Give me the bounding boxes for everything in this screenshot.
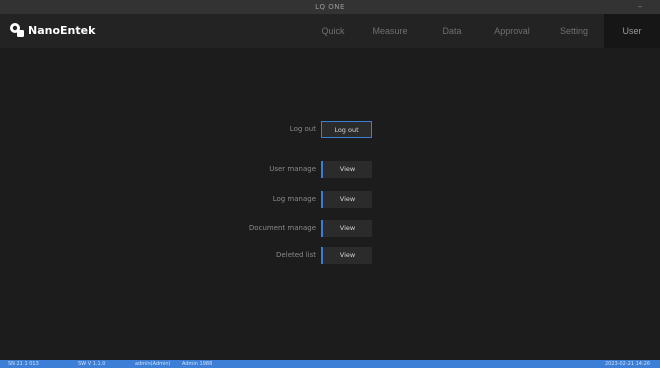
main-tabs: Quick Measure Data Approval Setting User [310, 14, 660, 48]
log-manage-view-button[interactable]: View [321, 191, 372, 208]
user-manage-label: User manage [269, 165, 316, 173]
log-manage-label: Log manage [272, 195, 316, 203]
nanoentek-logo-icon [10, 23, 24, 37]
status-datetime: 2023-02-21 14:26 [604, 361, 650, 367]
tab-user[interactable]: User [604, 14, 660, 48]
status-bar: SN 21 1 013 SW V 1.1.0 admin(Admin) Admi… [0, 360, 660, 368]
brand-name: NanoEntek [28, 23, 96, 37]
tab-quick[interactable]: Quick [310, 14, 356, 48]
tab-measure[interactable]: Measure [356, 14, 424, 48]
status-account: Admin 1988 [182, 361, 213, 367]
logout-label: Log out [289, 125, 316, 133]
top-navigation: NanoEntek Quick Measure Data Approval Se… [0, 14, 660, 48]
deleted-list-label: Deleted list [276, 251, 316, 259]
user-panel: Log out Log out User manage View Log man… [0, 48, 660, 360]
logout-button[interactable]: Log out [321, 121, 372, 138]
tab-setting[interactable]: Setting [544, 14, 604, 48]
document-manage-row: Document manage View [0, 220, 660, 237]
tab-data[interactable]: Data [424, 14, 480, 48]
status-software-version: SW V 1.1.0 [78, 361, 106, 367]
status-serial-number: SN 21 1 013 [8, 361, 39, 367]
document-manage-view-button[interactable]: View [321, 220, 372, 237]
tab-approval[interactable]: Approval [480, 14, 544, 48]
deleted-list-row: Deleted list View [0, 247, 660, 264]
deleted-list-view-button[interactable]: View [321, 247, 372, 264]
title-bar: LQ ONE – [0, 0, 660, 14]
window-title: LQ ONE [315, 3, 345, 11]
log-manage-row: Log manage View [0, 191, 660, 208]
logout-row: Log out Log out [0, 121, 660, 138]
user-manage-row: User manage View [0, 161, 660, 178]
status-user: admin(Admin) [135, 361, 171, 367]
brand-logo: NanoEntek [9, 22, 95, 38]
minimize-icon[interactable]: – [638, 3, 642, 11]
user-manage-view-button[interactable]: View [321, 161, 372, 178]
document-manage-label: Document manage [248, 224, 316, 232]
